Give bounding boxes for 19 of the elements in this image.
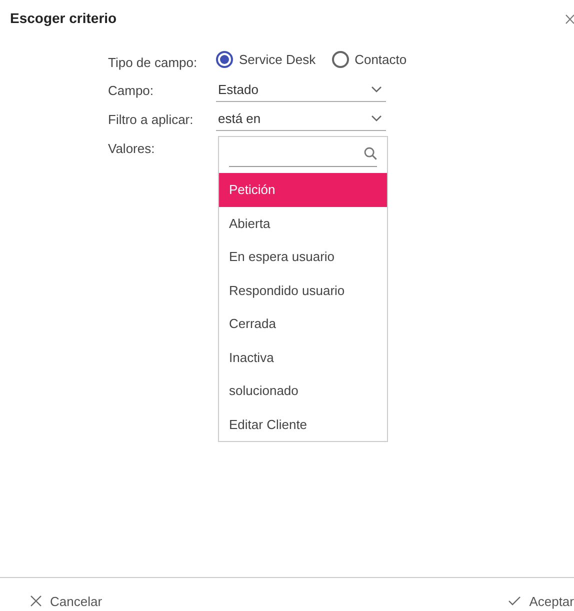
dropdown-field[interactable]: Estado <box>216 78 386 102</box>
radio-button[interactable] <box>216 51 233 68</box>
chevron-down-icon <box>371 115 382 122</box>
search-icon <box>364 147 377 160</box>
chevron-down-icon <box>371 86 382 94</box>
field-label: Filtro a aplicar: <box>108 111 194 129</box>
dropdown-field[interactable]: está en <box>216 107 386 130</box>
cancel-button[interactable]: Cancelar <box>30 592 102 611</box>
list-item[interactable]: Petición <box>219 173 387 206</box>
radio-label: Service Desk <box>239 51 316 69</box>
field-label: Tipo de campo: <box>108 54 198 72</box>
accept-button[interactable]: Aceptar <box>508 592 574 611</box>
radio-label: Contacto <box>354 51 407 69</box>
field-label: Campo: <box>108 82 155 100</box>
check-icon <box>508 596 522 606</box>
close-icon <box>30 595 42 608</box>
radio-button[interactable] <box>332 51 349 68</box>
field-label: Valores: <box>108 140 156 158</box>
dialog-title: Escoger criterio <box>10 9 117 28</box>
